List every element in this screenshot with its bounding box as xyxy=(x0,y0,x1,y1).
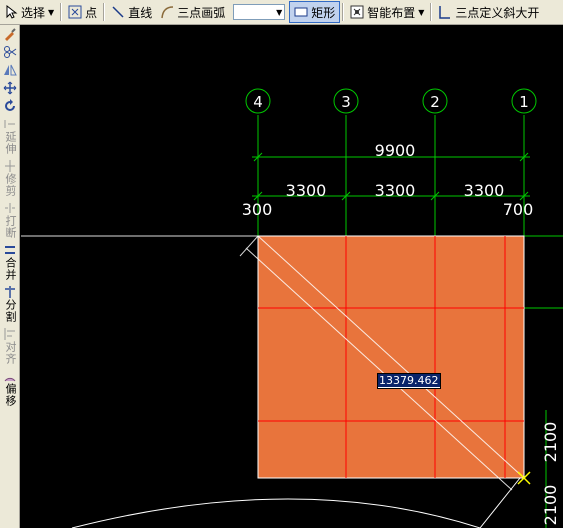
cursor-icon xyxy=(6,5,18,19)
three-point-slope-button[interactable]: 三点定义斜大开 xyxy=(434,1,543,23)
chevron-down-icon[interactable]: ▼ xyxy=(418,8,424,17)
mirror-icon xyxy=(4,64,17,76)
rectangle-button[interactable]: 矩形 xyxy=(289,1,341,23)
trim-label: 修剪 xyxy=(4,173,17,197)
offset-label: 偏移 xyxy=(4,383,17,407)
drawing-svg: 4 3 2 1 9900 3300 3300 3300 300 700 2100… xyxy=(21,88,563,528)
dim-left-offset-label: 300 xyxy=(242,200,273,219)
brush-icon xyxy=(5,28,16,41)
merge-label: 合并 xyxy=(4,257,17,281)
extend-tool[interactable]: 延伸 xyxy=(0,115,20,157)
dim-right-label: 2100 xyxy=(541,422,560,463)
drawing-canvas[interactable]: 4 3 2 1 9900 3300 3300 3300 300 700 2100… xyxy=(21,25,563,528)
smart-layout-icon xyxy=(350,5,364,19)
drawing-toolbar: 选择 ▼ 点 直线 三点画弧 ▼ 矩形 智能布置 ▼ 三点定义斜大开 xyxy=(0,0,563,25)
scissors-icon xyxy=(4,46,17,58)
mirror-tool[interactable] xyxy=(0,61,20,79)
brush-tool[interactable] xyxy=(0,25,20,43)
dim-right-offset-label: 700 xyxy=(503,200,534,219)
dimension-input-value: 13379.462 xyxy=(378,374,440,387)
split-icon xyxy=(5,286,15,298)
trim-tool[interactable]: 修剪 xyxy=(0,157,20,199)
point-icon xyxy=(68,5,82,19)
rotate-icon xyxy=(5,99,15,111)
dim-span-label: 3300 xyxy=(464,181,505,200)
axis-label: 3 xyxy=(341,93,351,111)
trim-icon xyxy=(5,160,15,172)
split-label: 分割 xyxy=(4,299,17,323)
select-button[interactable]: 选择 ▼ xyxy=(0,1,58,23)
axis-label: 4 xyxy=(253,93,263,111)
arc-label: 三点画弧 xyxy=(177,5,226,20)
edit-sidebar: 延伸 修剪 打断 合并 分割 对齐 偏移 xyxy=(0,25,20,528)
three-point-slope-label: 三点定义斜大开 xyxy=(455,5,540,20)
dim-total-label: 9900 xyxy=(375,141,416,160)
extend-icon xyxy=(4,120,15,128)
dimension-input-field[interactable]: 13379.462 xyxy=(377,373,441,389)
dim-span-label: 3300 xyxy=(375,181,416,200)
break-tool[interactable]: 打断 xyxy=(0,199,20,241)
arc-curve xyxy=(71,498,481,528)
line-button[interactable]: 直线 xyxy=(107,1,156,23)
move-tool[interactable] xyxy=(0,79,20,97)
split-tool[interactable]: 分割 xyxy=(0,283,20,325)
axis-label: 1 xyxy=(519,93,529,111)
line-label: 直线 xyxy=(128,5,153,20)
rotate-tool[interactable] xyxy=(0,97,20,115)
arc-button[interactable]: 三点画弧 xyxy=(156,1,229,23)
arc-tail xyxy=(479,477,521,528)
chevron-down-icon[interactable]: ▼ xyxy=(48,8,54,17)
break-label: 打断 xyxy=(4,215,17,239)
break-icon xyxy=(5,203,15,213)
scissors-tool[interactable] xyxy=(0,43,20,61)
chevron-down-icon: ▼ xyxy=(276,7,283,17)
slope-icon xyxy=(439,6,451,19)
toolbar-divider xyxy=(60,3,63,21)
toolbar-divider xyxy=(342,3,345,21)
point-label: 点 xyxy=(85,5,98,20)
toolbar-divider xyxy=(430,3,433,21)
smart-layout-button[interactable]: 智能布置 ▼ xyxy=(346,1,428,23)
line-type-select[interactable]: ▼ xyxy=(233,4,286,20)
align-icon xyxy=(4,328,15,340)
line-icon xyxy=(112,6,124,18)
rectangle-label: 矩形 xyxy=(311,5,336,20)
extend-label: 延伸 xyxy=(4,131,17,155)
arc-icon xyxy=(161,6,174,19)
rectangle-icon xyxy=(294,7,308,17)
smart-layout-label: 智能布置 xyxy=(367,5,416,20)
offset-tool[interactable]: 偏移 xyxy=(0,367,20,409)
point-button[interactable]: 点 xyxy=(64,1,101,23)
align-tool[interactable]: 对齐 xyxy=(0,325,20,367)
merge-tool[interactable]: 合并 xyxy=(0,241,20,283)
move-icon xyxy=(3,81,17,95)
diagonal-cap xyxy=(239,235,259,257)
merge-icon xyxy=(5,246,15,254)
axis-label: 2 xyxy=(430,93,440,111)
offset-icon xyxy=(4,377,16,382)
align-label: 对齐 xyxy=(4,341,17,365)
select-label: 选择 xyxy=(21,5,46,20)
dim-right-label: 2100 xyxy=(541,485,560,526)
toolbar-divider xyxy=(103,3,106,21)
dim-span-label: 3300 xyxy=(286,181,327,200)
